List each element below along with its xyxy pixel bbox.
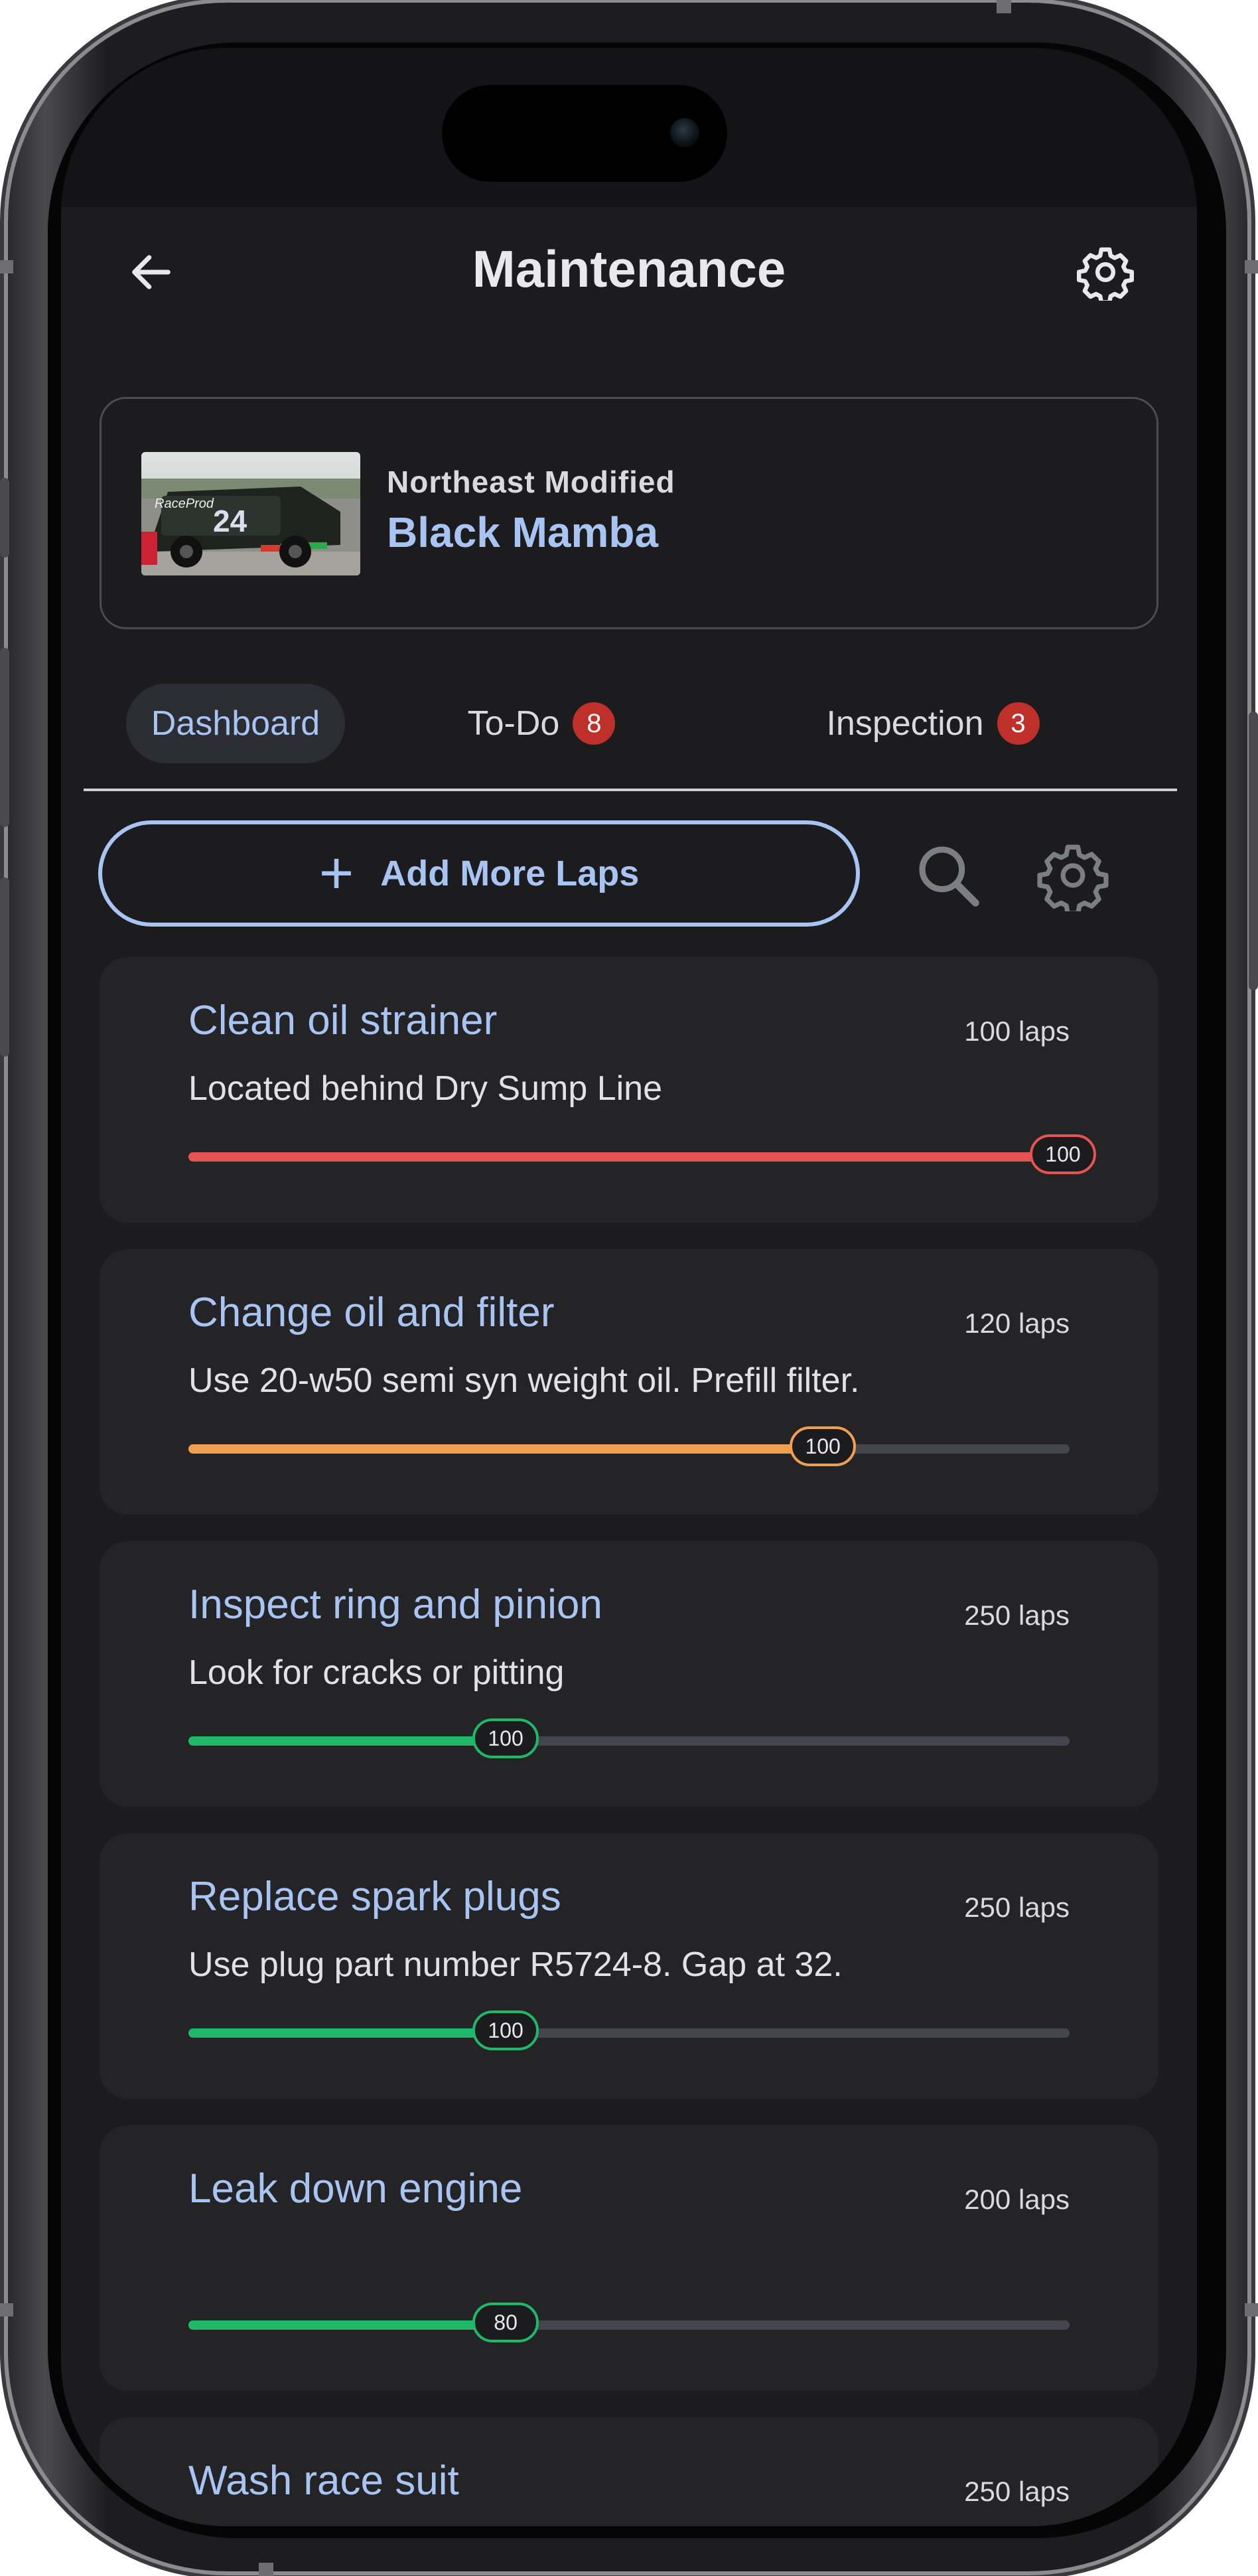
car-sponsor-logo: RaceProd bbox=[155, 496, 214, 511]
gear-icon bbox=[1037, 844, 1109, 911]
progress-value-pill[interactable]: 80 bbox=[472, 2303, 539, 2342]
screen: Maintenance 24 RaceProd Northeast Modifi… bbox=[61, 48, 1197, 2526]
tab-divider bbox=[84, 789, 1177, 791]
todo-count-badge: 8 bbox=[573, 702, 616, 745]
antenna-band bbox=[1245, 260, 1258, 273]
antenna-band bbox=[1245, 2303, 1258, 2316]
dynamic-island bbox=[442, 85, 727, 182]
progress-fill bbox=[188, 1152, 1063, 1162]
add-more-laps-button[interactable]: + Add More Laps bbox=[98, 820, 860, 927]
car-thumbnail: 24 RaceProd bbox=[141, 452, 360, 575]
progress-track: 100 bbox=[188, 1134, 1096, 1174]
status-bar bbox=[61, 48, 1197, 207]
task-title: Replace spark plugs bbox=[188, 1874, 561, 1920]
car-number: 24 bbox=[213, 504, 247, 538]
car-category: Northeast Modified bbox=[387, 465, 675, 499]
volume-down-button bbox=[0, 877, 9, 1057]
app-header: Maintenance bbox=[61, 207, 1197, 327]
progress-fill bbox=[188, 2320, 506, 2330]
search-button[interactable] bbox=[905, 832, 991, 919]
progress-value-pill[interactable]: 100 bbox=[472, 2010, 539, 2050]
maintenance-screen: Maintenance 24 RaceProd Northeast Modifi… bbox=[61, 207, 1197, 2526]
task-title: Wash race suit bbox=[188, 2458, 459, 2504]
page-title: Maintenance bbox=[472, 240, 786, 298]
progress-value-pill[interactable]: 100 bbox=[1030, 1134, 1096, 1174]
camera-lens bbox=[670, 118, 699, 147]
progress-track: 100 bbox=[188, 2010, 1070, 2050]
header-settings-button[interactable] bbox=[1074, 240, 1137, 304]
task-card[interactable]: Inspect ring and pinion 250 laps Look fo… bbox=[100, 1541, 1158, 1807]
car-card[interactable]: 24 RaceProd Northeast Modified Black Mam… bbox=[100, 397, 1158, 629]
progress-track: 100 bbox=[188, 1718, 1070, 1758]
task-interval: 250 laps bbox=[964, 1600, 1070, 1631]
tab-label: Inspection bbox=[826, 704, 984, 743]
car-name: Black Mamba bbox=[387, 508, 659, 556]
tab-inspection[interactable]: Inspection 3 bbox=[780, 684, 1085, 763]
task-card[interactable]: Wash race suit 250 laps bbox=[100, 2417, 1158, 2526]
tab-todo[interactable]: To-Do 8 bbox=[435, 684, 648, 763]
antenna-band bbox=[259, 2563, 273, 2576]
task-interval: 250 laps bbox=[964, 2476, 1070, 2507]
progress-fill bbox=[188, 1444, 823, 1454]
task-interval: 200 laps bbox=[964, 2184, 1070, 2215]
progress-value-pill[interactable]: 100 bbox=[790, 1426, 857, 1466]
add-laps-label: Add More Laps bbox=[380, 854, 640, 893]
action-button bbox=[0, 478, 9, 558]
task-interval: 100 laps bbox=[964, 1016, 1070, 1047]
search-icon bbox=[919, 846, 979, 907]
tab-dashboard[interactable]: Dashboard bbox=[126, 684, 345, 763]
antenna-band bbox=[0, 260, 13, 273]
task-title: Change oil and filter bbox=[188, 1290, 555, 1335]
volume-up-button bbox=[0, 648, 9, 827]
antenna-band bbox=[997, 0, 1011, 13]
task-title: Clean oil strainer bbox=[188, 998, 498, 1043]
list-settings-button[interactable] bbox=[1030, 832, 1116, 919]
progress-track: 100 bbox=[188, 1426, 1070, 1466]
task-description: Look for cracks or pitting bbox=[188, 1653, 565, 1692]
progress-track: 80 bbox=[188, 2303, 1070, 2342]
progress-value-pill[interactable]: 100 bbox=[472, 1718, 539, 1758]
gear-icon bbox=[1077, 247, 1134, 301]
task-title: Inspect ring and pinion bbox=[188, 1582, 602, 1628]
task-card[interactable]: Change oil and filter 120 laps Use 20-w5… bbox=[100, 1249, 1158, 1515]
task-card[interactable]: Leak down engine 200 laps 80 bbox=[100, 2125, 1158, 2391]
task-card[interactable]: Replace spark plugs 250 laps Use plug pa… bbox=[100, 1833, 1158, 2099]
task-description: Use 20-w50 semi syn weight oil. Prefill … bbox=[188, 1361, 860, 1400]
tab-label: To-Do bbox=[467, 704, 560, 743]
task-description: Located behind Dry Sump Line bbox=[188, 1069, 663, 1108]
task-description: Use plug part number R5724-8. Gap at 32. bbox=[188, 1945, 843, 1984]
task-interval: 120 laps bbox=[964, 1308, 1070, 1339]
tab-label: Dashboard bbox=[151, 704, 320, 743]
task-title: Leak down engine bbox=[188, 2166, 523, 2212]
progress-fill bbox=[188, 2028, 506, 2038]
antenna-band bbox=[0, 2303, 13, 2316]
progress-fill bbox=[188, 1736, 506, 1746]
inspection-count-badge: 3 bbox=[997, 702, 1040, 745]
tab-bar: Dashboard To-Do 8 Inspection 3 bbox=[84, 684, 1177, 770]
task-interval: 250 laps bbox=[964, 1892, 1070, 1923]
plus-icon: + bbox=[318, 840, 354, 907]
power-button bbox=[1249, 712, 1258, 990]
task-card[interactable]: Clean oil strainer 100 laps Located behi… bbox=[100, 957, 1158, 1223]
